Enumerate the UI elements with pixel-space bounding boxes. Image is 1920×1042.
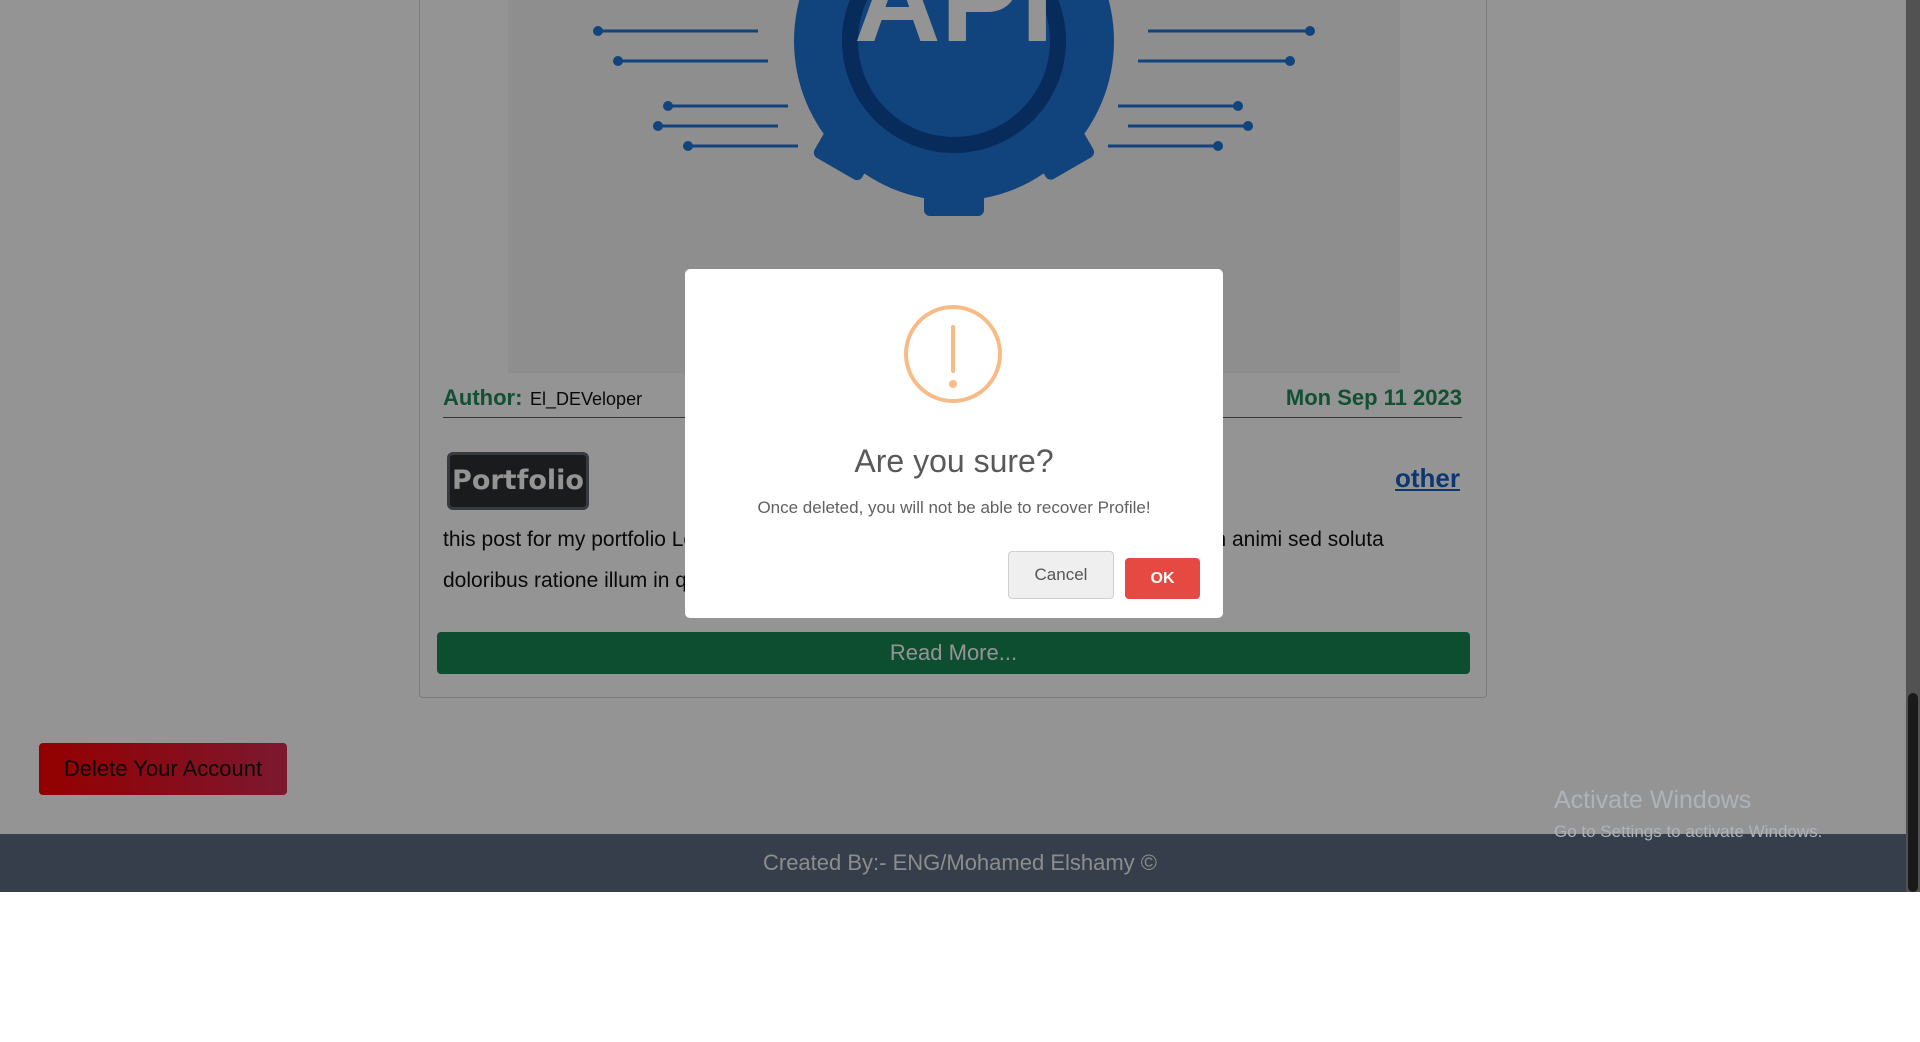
activate-windows-subtitle: Go to Settings to activate Windows. [1554, 822, 1823, 841]
cancel-button[interactable]: Cancel [1008, 551, 1114, 599]
warning-icon [904, 305, 1002, 403]
warning-icon-line [951, 325, 955, 373]
confirm-dialog: Are you sure? Once deleted, you will not… [685, 269, 1223, 618]
blank-area [0, 892, 1920, 1042]
activate-windows-title: Activate Windows [1554, 786, 1752, 814]
warning-icon-dot [949, 380, 957, 388]
dialog-title: Are you sure? [854, 443, 1054, 479]
ok-button[interactable]: OK [1125, 558, 1200, 599]
dialog-message: Once deleted, you will not be able to re… [757, 498, 1151, 517]
